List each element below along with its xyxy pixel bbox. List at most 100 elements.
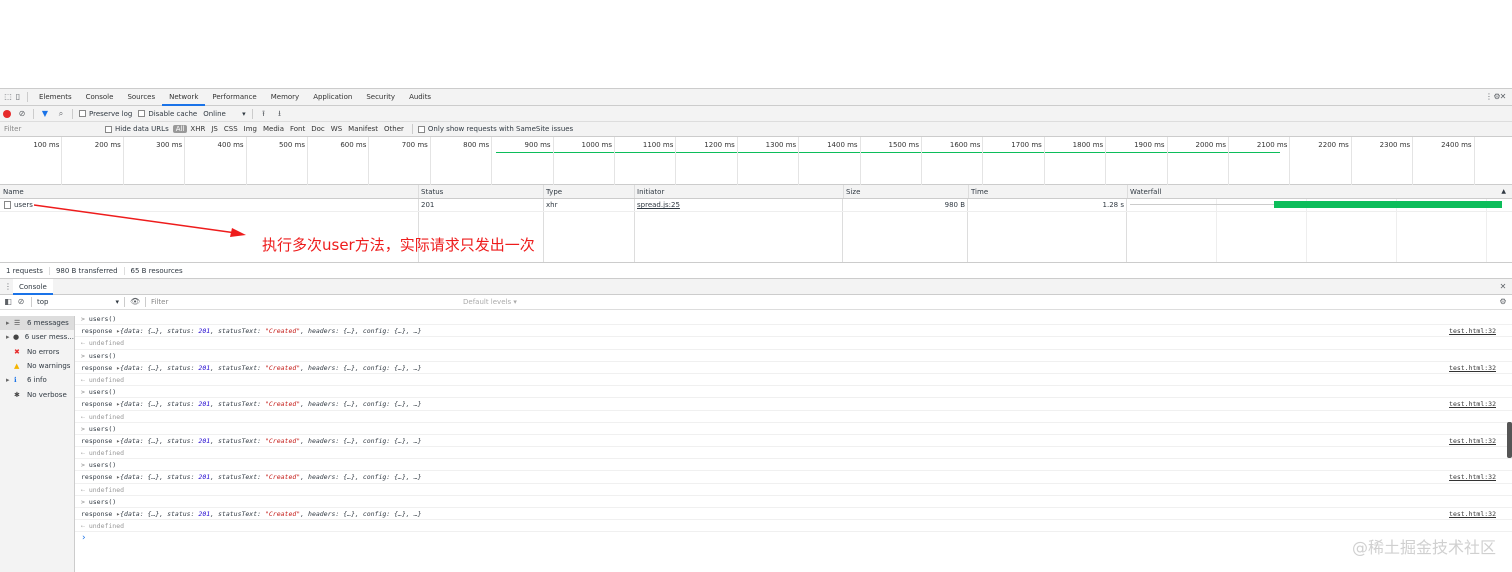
console-log-entry[interactable]: response ▸{data: {…}, status: 201, statu… (75, 362, 1512, 374)
request-initiator-link[interactable]: spread.js:25 (637, 201, 680, 209)
samesite-checkbox[interactable]: Only show requests with SameSite issues (417, 125, 573, 133)
tab-security[interactable]: Security (359, 89, 402, 106)
eye-icon[interactable]: 👁 (130, 297, 140, 307)
filter-type-other[interactable]: Other (381, 125, 407, 133)
tab-performance[interactable]: Performance (205, 89, 263, 106)
filter-type-font[interactable]: Font (287, 125, 308, 133)
console-command-line[interactable]: > users() (75, 459, 1512, 472)
console-sidebar-item[interactable]: ▸ ● 6 user mess... (0, 330, 74, 344)
throttle-select[interactable]: Online ▾ (203, 110, 245, 118)
console-sidebar-item[interactable]: ✱ No verbose (0, 387, 74, 401)
network-toolbar: ⊘ ▼ ⌕ Preserve log Disable cache Online … (0, 92, 1512, 122)
import-har-icon[interactable]: ⭱ (259, 109, 269, 119)
console-command-line[interactable]: > users() (75, 350, 1512, 362)
expand-object-icon[interactable]: ▸ (112, 400, 120, 408)
log-source-link[interactable]: test.html:32 (1449, 398, 1496, 410)
tab-elements[interactable]: Elements (32, 89, 79, 106)
filter-input[interactable]: Filter (0, 125, 100, 133)
column-header-size[interactable]: Size (846, 188, 860, 196)
context-select[interactable]: top ▾ (37, 298, 119, 306)
timeline-tick: 1500 ms (888, 137, 922, 185)
preserve-log-checkbox[interactable]: Preserve log (79, 110, 132, 118)
object-preview-open: {data: {…}, status: (120, 363, 199, 372)
record-icon[interactable] (3, 109, 11, 118)
console-result-line: ⇠ undefined (75, 447, 1512, 460)
tab-audits[interactable]: Audits (402, 89, 438, 106)
console-command-text: users() (88, 424, 117, 433)
network-overview-timeline[interactable]: 100 ms 200 ms 300 ms 400 ms 500 ms 600 ms 700 … (0, 137, 1512, 185)
object-preview-open: {data: {…}, status: (120, 473, 199, 482)
tab-memory[interactable]: Memory (264, 89, 306, 106)
filter-type-all[interactable]: All (172, 125, 188, 133)
disable-cache-checkbox[interactable]: Disable cache (138, 110, 197, 118)
log-levels-select[interactable]: Default levels ▾ (463, 298, 517, 306)
expand-object-icon[interactable]: ▸ (112, 473, 120, 481)
timeline-tick: 1000 ms (581, 137, 615, 185)
console-sidebar-item[interactable]: ▲ No warnings (0, 359, 74, 373)
inspect-element-icon[interactable]: ⬚ (3, 92, 13, 102)
filter-type-js[interactable]: JS (208, 125, 221, 133)
column-header-waterfall[interactable]: Waterfall (1130, 188, 1161, 196)
column-header-time[interactable]: Time (971, 188, 988, 196)
tab-console[interactable]: Console (79, 89, 121, 106)
column-header-initiator[interactable]: Initiator (637, 188, 664, 196)
sort-ascending-icon[interactable]: ▲ (1501, 188, 1506, 195)
log-source-link[interactable]: test.html:32 (1449, 435, 1496, 447)
console-log-entry[interactable]: response ▸{data: {…}, status: 201, statu… (75, 398, 1512, 411)
filter-type-manifest[interactable]: Manifest (345, 125, 381, 133)
export-har-icon[interactable]: ⭳ (275, 109, 285, 119)
device-toolbar-icon[interactable]: ▯ (13, 92, 23, 102)
close-drawer-icon[interactable]: ✕ (1498, 282, 1508, 292)
tab-application[interactable]: Application (306, 89, 359, 106)
console-log-entry[interactable]: response ▸{data: {…}, status: 201, statu… (75, 325, 1512, 338)
tab-console[interactable]: Console (13, 278, 53, 295)
log-source-link[interactable]: test.html:32 (1449, 471, 1496, 483)
log-source-link[interactable]: test.html:32 (1449, 362, 1496, 374)
drawer-menu-icon[interactable]: ⋮ (3, 282, 13, 292)
filter-type-doc[interactable]: Doc (308, 125, 328, 133)
filter-type-css[interactable]: CSS (221, 125, 241, 133)
console-scrollbar[interactable] (1507, 422, 1512, 458)
object-preview-open: {data: {…}, status: (120, 510, 199, 518)
filter-type-ws[interactable]: WS (328, 125, 345, 133)
log-source-link[interactable]: test.html:32 (1449, 325, 1496, 337)
console-input-prompt[interactable]: › (75, 532, 1512, 544)
timeline-tick: 2100 ms (1257, 137, 1291, 185)
clear-icon[interactable]: ⊘ (17, 109, 27, 119)
filter-type-xhr[interactable]: XHR (187, 125, 208, 133)
console-command-line[interactable]: > users() (75, 423, 1512, 435)
console-sidebar-label: No errors (27, 347, 60, 356)
tab-sources[interactable]: Sources (120, 89, 162, 106)
object-preview-tail: , headers: {…}, config: {…}, …} (300, 473, 422, 482)
column-header-type[interactable]: Type (546, 188, 562, 196)
expand-object-icon[interactable]: ▸ (112, 327, 120, 335)
log-source-link[interactable]: test.html:32 (1449, 508, 1496, 520)
tab-network[interactable]: Network (162, 89, 206, 106)
console-command-line[interactable]: > users() (75, 313, 1512, 326)
timeline-tick: 2400 ms (1441, 137, 1475, 185)
console-log-entry[interactable]: response ▸{data: {…}, status: 201, statu… (75, 471, 1512, 484)
console-sidebar-item[interactable]: ▸ ☰ 6 messages (0, 316, 74, 331)
console-filter-input[interactable]: Filter (151, 298, 463, 306)
sidebar-toggle-icon[interactable]: ◧ (3, 297, 13, 307)
network-settings-gear-icon[interactable]: ⚙ (1492, 92, 1502, 102)
console-command-line[interactable]: > users() (75, 386, 1512, 399)
expand-object-icon[interactable]: ▸ (112, 364, 120, 372)
expand-object-icon[interactable]: ▸ (112, 510, 120, 518)
console-log-entry[interactable]: response ▸{data: {…}, status: 201, statu… (75, 435, 1512, 448)
filter-type-media[interactable]: Media (260, 125, 287, 133)
console-command-line[interactable]: > users() (75, 496, 1512, 508)
console-log-entry[interactable]: response ▸{data: {…}, status: 201, statu… (75, 508, 1512, 521)
verbose-bug-icon: ✱ (14, 390, 20, 399)
hide-data-urls-checkbox[interactable]: Hide data URLs (105, 125, 169, 133)
filter-icon[interactable]: ▼ (40, 109, 50, 119)
timeline-tick-label: 500 ms (278, 141, 305, 149)
search-icon[interactable]: ⌕ (56, 109, 66, 119)
clear-console-icon[interactable]: ⊘ (16, 297, 26, 307)
expand-object-icon[interactable]: ▸ (112, 437, 120, 445)
console-settings-gear-icon[interactable]: ⚙ (1498, 297, 1508, 307)
console-sidebar-item[interactable]: ▸ ℹ 6 info (0, 373, 74, 387)
column-header-status[interactable]: Status (421, 188, 443, 196)
filter-type-img[interactable]: Img (241, 125, 260, 133)
console-sidebar-item[interactable]: ✖ No errors (0, 345, 74, 359)
